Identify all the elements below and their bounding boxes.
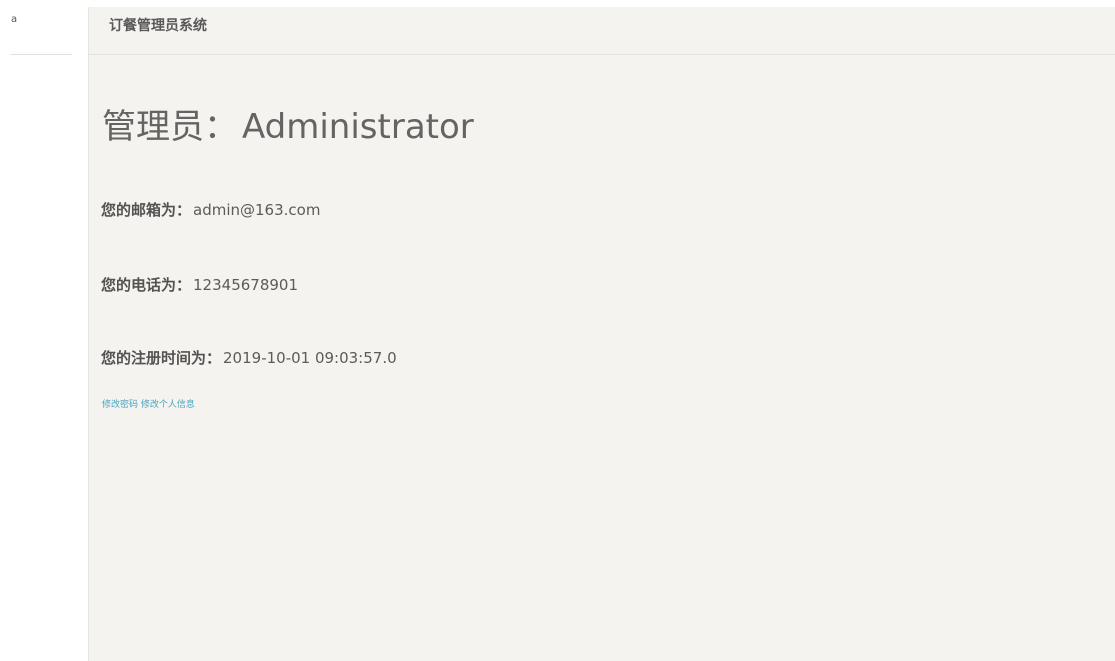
profile-actions: 修改密码 修改个人信息 [102,399,195,411]
app-title: 订餐管理员系统 [109,18,207,34]
sidebar-fragment-link[interactable]: a [11,14,17,26]
email-row: 您的邮箱为： admin@163.com [101,200,320,220]
email-value: admin@163.com [193,201,321,219]
register-time-row: 您的注册时间为： 2019-10-01 09:03:57.0 [101,348,397,368]
sidebar-divider [10,54,72,55]
phone-value: 12345678901 [193,276,298,294]
top-header: 订餐管理员系统 [89,7,1115,55]
admin-heading-label: 管理员： [102,107,238,147]
register-time-label: 您的注册时间为： [101,349,222,367]
edit-profile-link[interactable]: 修改个人信息 [141,400,195,410]
phone-label: 您的电话为： [101,276,192,294]
email-label: 您的邮箱为： [101,201,192,219]
phone-row: 您的电话为： 12345678901 [101,275,298,295]
main-content: 订餐管理员系统 管理员： Administrator 您的邮箱为： admin@16… [88,7,1115,661]
sidebar: a [0,0,88,661]
admin-name: Administrator [242,107,474,147]
register-time-value: 2019-10-01 09:03:57.0 [223,349,397,367]
change-password-link[interactable]: 修改密码 [102,400,138,410]
admin-heading: 管理员： Administrator [102,105,474,149]
